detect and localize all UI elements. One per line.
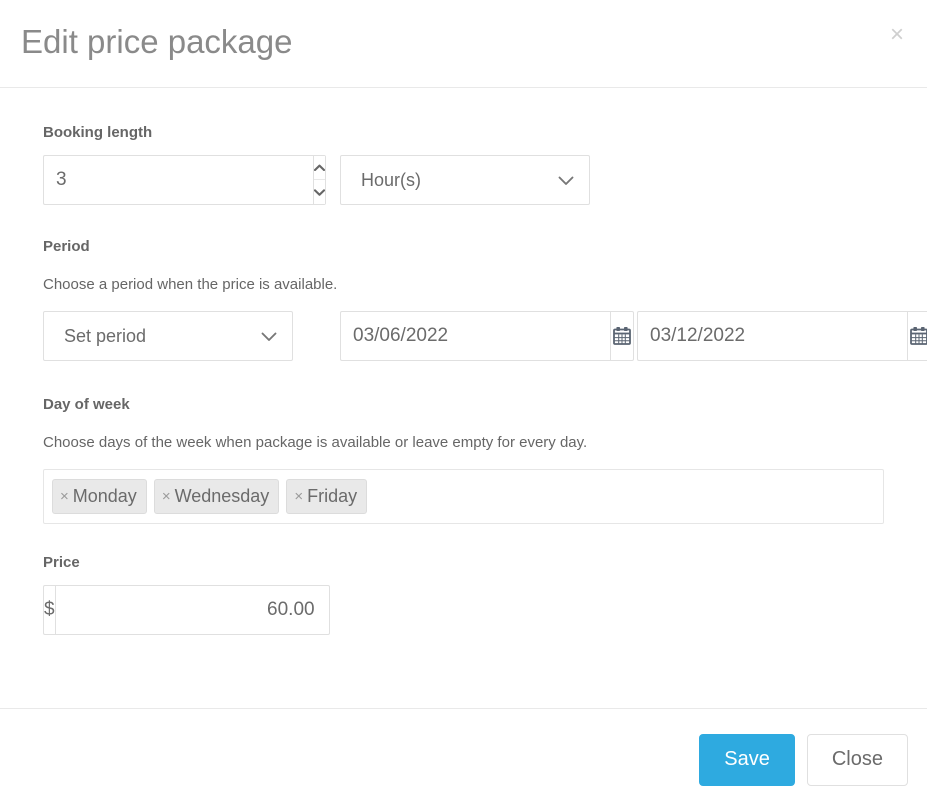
dialog-body: Booking length 3 Hour(s) Period Choose a… — [0, 88, 927, 708]
calendar-glyph — [613, 327, 631, 345]
close-icon[interactable]: × — [884, 22, 910, 48]
day-of-week-label: Day of week — [43, 396, 130, 413]
day-tag-label: Wednesday — [174, 486, 270, 506]
period-mode-value[interactable]: Set period — [43, 311, 293, 361]
period-mode-select[interactable]: Set period — [43, 311, 293, 361]
booking-length-label: Booking length — [43, 124, 153, 141]
booking-length-input[interactable] — [43, 155, 313, 205]
calendar-icon[interactable] — [907, 311, 927, 361]
booking-unit-select[interactable]: Hour(s) — [340, 155, 590, 205]
booking-length-section: Booking length 3 Hour(s) — [43, 123, 590, 205]
remove-tag-icon[interactable]: × — [294, 488, 303, 505]
period-end-date-input[interactable] — [637, 311, 907, 361]
booking-unit-value[interactable]: Hour(s) — [340, 155, 590, 205]
period-end-date-group — [637, 311, 927, 361]
day-tag-label: Monday — [72, 486, 137, 506]
booking-length-stepper — [43, 155, 326, 205]
booking-length-spinner — [313, 155, 326, 205]
spinner-up-icon[interactable] — [314, 156, 325, 180]
remove-tag-icon[interactable]: × — [162, 488, 171, 505]
period-help-text: Choose a period when the price is availa… — [43, 276, 338, 293]
day-tag[interactable]: × Friday — [286, 479, 368, 514]
spinner-down-icon[interactable] — [314, 180, 325, 204]
calendar-glyph — [910, 327, 927, 345]
chevron-up-glyph — [314, 164, 325, 171]
edit-price-package-dialog: Edit price package × Booking length 3 Ho… — [0, 0, 927, 810]
price-input[interactable] — [54, 585, 330, 635]
period-start-date-input[interactable] — [340, 311, 610, 361]
period-controls: Set period — [43, 311, 927, 361]
chevron-down-glyph — [314, 188, 325, 196]
day-tag[interactable]: × Wednesday — [153, 479, 280, 514]
calendar-icon[interactable] — [610, 311, 634, 361]
period-start-date-group — [340, 311, 634, 361]
dialog-footer: Save Close — [0, 708, 927, 810]
booking-length-controls: Hour(s) — [43, 155, 590, 205]
price-label: Price — [43, 554, 80, 571]
price-input-group: $ — [43, 585, 330, 635]
day-of-week-help-text: Choose days of the week when package is … — [43, 434, 588, 451]
day-of-week-section: Day of week Choose days of the week when… — [43, 395, 884, 524]
remove-tag-icon[interactable]: × — [60, 488, 69, 505]
price-section: Price $ — [43, 553, 330, 635]
close-button[interactable]: Close — [806, 733, 908, 786]
page-title: Edit price package — [21, 23, 293, 60]
currency-symbol: $ — [43, 585, 55, 635]
dialog-header: Edit price package × — [0, 0, 927, 88]
day-tag[interactable]: × Monday — [52, 479, 147, 514]
day-of-week-tag-input[interactable]: × Monday × Wednesday × Friday — [43, 469, 884, 524]
period-section: Period Choose a period when the price is… — [43, 237, 927, 361]
day-tag-label: Friday — [307, 486, 358, 506]
period-label: Period — [43, 238, 90, 255]
save-button[interactable]: Save — [699, 733, 795, 786]
